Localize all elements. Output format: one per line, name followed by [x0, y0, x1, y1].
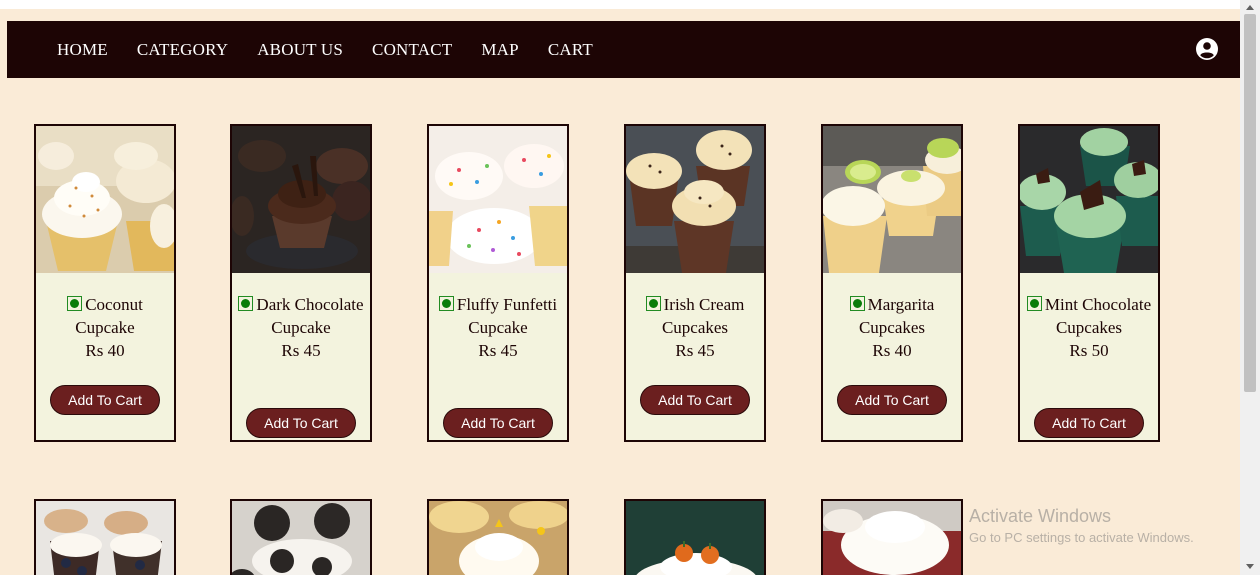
product-name: Mint Chocolate Cupcakes — [1044, 295, 1152, 337]
product-image — [36, 126, 174, 273]
nav-cart[interactable]: CART — [548, 40, 593, 60]
product-price: Rs 50 — [1069, 341, 1109, 360]
nav-category[interactable]: CATEGORY — [137, 40, 228, 60]
scroll-up-arrow-icon[interactable] — [1246, 5, 1254, 10]
product-card — [34, 499, 176, 575]
veg-mark-icon — [645, 296, 661, 311]
veg-mark-icon — [238, 296, 254, 311]
page: HOME CATEGORY ABOUT US CONTACT MAP CART — [0, 0, 1240, 575]
scroll-down-arrow-icon[interactable] — [1246, 564, 1254, 569]
add-to-cart-button[interactable]: Add To Cart — [1034, 408, 1144, 438]
nav-about-us[interactable]: ABOUT US — [257, 40, 343, 60]
product-price: Rs 40 — [872, 341, 912, 360]
product-image — [36, 501, 174, 575]
nav-map[interactable]: MAP — [481, 40, 518, 60]
account-icon[interactable] — [1195, 37, 1219, 61]
product-price: Rs 45 — [478, 341, 518, 360]
vertical-scrollbar[interactable] — [1240, 0, 1260, 575]
product-card: Fluffy Funfetti Cupcake Rs 45 Add To Car… — [427, 124, 569, 442]
product-price: Rs 45 — [675, 341, 715, 360]
product-info: Coconut Cupcake Rs 40 — [36, 293, 174, 362]
veg-mark-icon — [438, 296, 454, 311]
product-price: Rs 40 — [85, 341, 125, 360]
product-name: Dark Chocolate Cupcake — [256, 295, 364, 337]
product-image — [429, 501, 567, 575]
veg-mark-icon — [849, 296, 865, 311]
product-card: Mint Chocolate Cupcakes Rs 50 Add To Car… — [1018, 124, 1160, 442]
nav-links: HOME CATEGORY ABOUT US CONTACT MAP CART — [57, 21, 622, 78]
product-image — [626, 501, 764, 575]
scrollbar-thumb[interactable] — [1244, 14, 1256, 392]
product-image — [429, 126, 567, 273]
top-strip — [0, 0, 1240, 9]
product-card: Margarita Cupcakes Rs 40 Add To Cart — [821, 124, 963, 442]
product-name: Coconut Cupcake — [75, 295, 143, 337]
product-info: Fluffy Funfetti Cupcake Rs 45 — [429, 293, 567, 362]
veg-mark-icon — [67, 296, 83, 311]
nav-home[interactable]: HOME — [57, 40, 108, 60]
product-image — [1020, 126, 1158, 273]
product-card — [624, 499, 766, 575]
product-image — [823, 501, 961, 575]
product-name: Margarita Cupcakes — [858, 295, 935, 337]
product-image — [626, 126, 764, 273]
product-image — [823, 126, 961, 273]
navbar: HOME CATEGORY ABOUT US CONTACT MAP CART — [7, 21, 1240, 78]
product-card — [821, 499, 963, 575]
product-card: Irish Cream Cupcakes Rs 45 Add To Cart — [624, 124, 766, 442]
add-to-cart-button[interactable]: Add To Cart — [640, 385, 750, 415]
product-info: Margarita Cupcakes Rs 40 — [823, 293, 961, 362]
product-image — [232, 501, 370, 575]
product-image — [232, 126, 370, 273]
product-card: Dark Chocolate Cupcake Rs 45 Add To Cart — [230, 124, 372, 442]
product-card — [427, 499, 569, 575]
watermark-subtitle: Go to PC settings to activate Windows. — [969, 530, 1194, 545]
product-info: Dark Chocolate Cupcake Rs 45 — [232, 293, 370, 362]
nav-contact[interactable]: CONTACT — [372, 40, 452, 60]
veg-mark-icon — [1026, 296, 1042, 311]
product-card — [230, 499, 372, 575]
product-info: Irish Cream Cupcakes Rs 45 — [626, 293, 764, 362]
add-to-cart-button[interactable]: Add To Cart — [837, 385, 947, 415]
add-to-cart-button[interactable]: Add To Cart — [443, 408, 553, 438]
product-price: Rs 45 — [281, 341, 321, 360]
product-name: Fluffy Funfetti Cupcake — [456, 295, 558, 337]
watermark-title: Activate Windows — [969, 506, 1112, 526]
product-info: Mint Chocolate Cupcakes Rs 50 — [1020, 293, 1158, 362]
product-name: Irish Cream Cupcakes — [661, 295, 745, 337]
add-to-cart-button[interactable]: Add To Cart — [246, 408, 356, 438]
activate-windows-watermark: Activate Windows Go to PC settings to ac… — [969, 506, 1194, 545]
add-to-cart-button[interactable]: Add To Cart — [50, 385, 160, 415]
product-card: Coconut Cupcake Rs 40 Add To Cart — [34, 124, 176, 442]
